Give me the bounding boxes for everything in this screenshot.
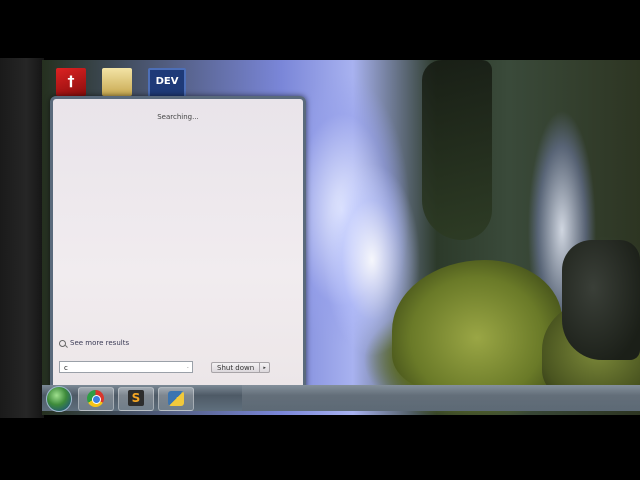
chrome-icon	[87, 390, 104, 407]
magnifier-icon	[59, 339, 66, 347]
see-more-results-label: See more results	[70, 339, 130, 347]
start-menu: Searching... See more results c · Shut d…	[50, 96, 306, 392]
start-orb-button[interactable]	[46, 386, 72, 412]
wallpaper-rock	[422, 60, 492, 240]
search-input-value: c	[64, 364, 68, 372]
taskbar-chrome-button[interactable]	[78, 387, 114, 411]
python-icon	[168, 391, 184, 406]
taskbar-empty-area	[242, 385, 640, 411]
shutdown-button[interactable]: Shut down	[211, 362, 261, 373]
see-more-results-link[interactable]: See more results	[59, 339, 129, 347]
taskbar-sublime-button[interactable]: S	[118, 387, 154, 411]
folder-icon[interactable]	[102, 68, 132, 96]
acrobat-reader-icon[interactable]: †	[56, 68, 86, 96]
wallpaper-dark-rock	[562, 240, 640, 360]
shutdown-options-arrow-icon[interactable]: ▸	[260, 362, 271, 373]
taskbar: S	[42, 385, 640, 412]
sublime-text-icon: S	[128, 390, 144, 406]
desktop: † DEV Searching... See more results c · …	[42, 60, 640, 415]
search-status: Searching...	[157, 113, 199, 121]
taskbar-python-button[interactable]	[158, 387, 194, 411]
monitor-bezel	[0, 58, 44, 418]
search-input[interactable]: c ·	[59, 361, 193, 373]
shutdown-control: Shut down ▸	[211, 362, 271, 373]
clear-search-icon[interactable]: ·	[187, 362, 189, 374]
